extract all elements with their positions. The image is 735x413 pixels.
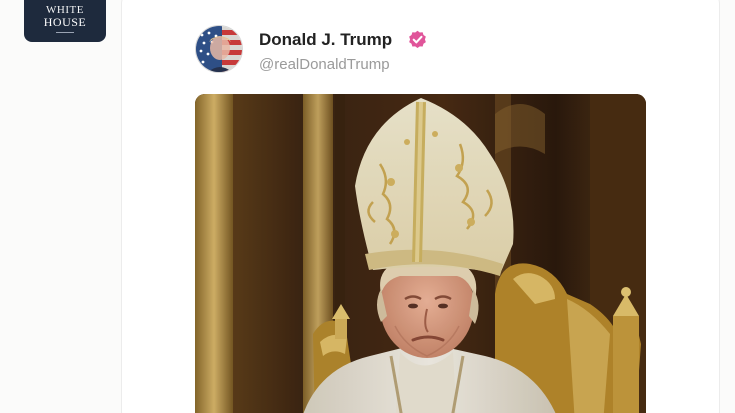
author-handle[interactable]: @realDonaldTrump — [259, 56, 390, 73]
author-name[interactable]: Donald J. Trump — [259, 30, 392, 50]
logo-divider — [56, 32, 74, 33]
logo-line-1: WHITE — [46, 4, 84, 16]
white-house-logo[interactable]: WHITE HOUSE — [24, 0, 106, 42]
flag-portrait-icon — [196, 26, 242, 72]
avatar[interactable] — [195, 25, 243, 73]
post-image[interactable] — [195, 94, 646, 413]
pope-portrait-image — [195, 94, 646, 413]
verified-check-icon — [409, 30, 426, 49]
logo-line-2: HOUSE — [43, 15, 87, 29]
